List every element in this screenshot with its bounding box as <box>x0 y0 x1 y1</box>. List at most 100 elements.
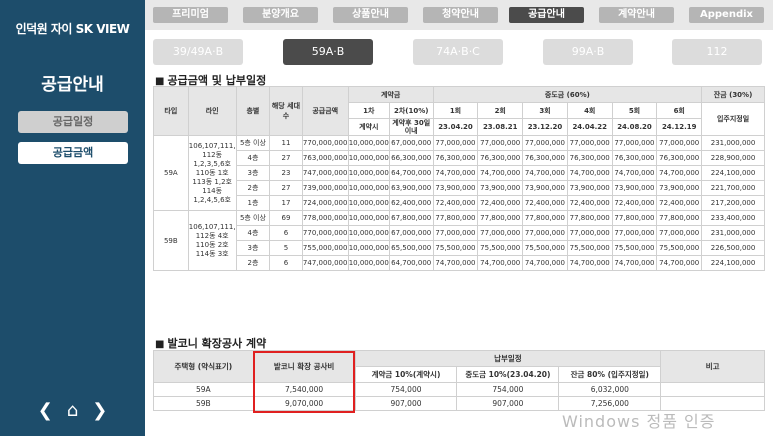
header-price: 공급금액 <box>301 86 349 136</box>
mid2-cell: 77,800,000 <box>477 210 524 226</box>
floor-cell: 4층 <box>235 225 271 241</box>
subtab-59[interactable]: 59A·B <box>283 39 373 65</box>
subtab-112[interactable]: 112 <box>672 39 762 65</box>
balcony-type-cell: 59B <box>153 396 254 411</box>
balcony-mid-cell: 907,000 <box>456 396 560 411</box>
deposit2-cell: 63,900,000 <box>388 180 434 196</box>
mid5-cell: 75,500,000 <box>611 240 658 256</box>
tab-contract[interactable]: 계약안내 <box>599 7 674 23</box>
price-cell: 755,000,000 <box>301 240 349 256</box>
mid6-cell: 75,500,000 <box>656 240 703 256</box>
line-cell: 106,107,111, 112동 1,2,3,5,6호 110동 1호 113… <box>187 135 237 211</box>
units-cell: 11 <box>269 135 303 151</box>
mid5-cell: 76,300,000 <box>611 150 658 166</box>
mid2-cell: 74,700,000 <box>477 165 524 181</box>
mid3-cell: 72,400,000 <box>522 195 568 211</box>
home-icon[interactable]: ⌂ <box>67 400 78 422</box>
subtab-74[interactable]: 74A·B·C <box>413 39 503 65</box>
units-cell: 27 <box>269 180 303 196</box>
mid5-cell: 77,000,000 <box>611 135 658 151</box>
mid6-cell: 77,000,000 <box>656 225 703 241</box>
mid4-cell: 74,700,000 <box>566 165 613 181</box>
header-m4: 4회 <box>566 102 613 119</box>
mid3-cell: 75,500,000 <box>522 240 568 256</box>
mid2-cell: 74,700,000 <box>477 255 524 271</box>
next-arrow-icon[interactable]: ❯ <box>92 400 107 422</box>
deposit1-cell: 10,000,000 <box>347 240 390 256</box>
sidebar-item-price[interactable]: 공급금액 <box>18 142 128 164</box>
balcony-header-balance: 잔금 80% (입주지정일) <box>558 366 662 383</box>
floor-cell: 1층 <box>235 195 271 211</box>
header-deposit: 계약금 <box>347 86 434 103</box>
sidebar-item-schedule[interactable]: 공급일정 <box>18 111 128 133</box>
balance-cell: 231,000,000 <box>701 225 765 241</box>
balcony-note-cell <box>660 382 765 397</box>
mid1-cell: 74,700,000 <box>432 165 479 181</box>
units-cell: 6 <box>269 225 303 241</box>
header-m1: 1회 <box>432 102 479 119</box>
tab-supply[interactable]: 공급안내 <box>509 7 584 23</box>
deposit1-cell: 10,000,000 <box>347 195 390 211</box>
deposit2-cell: 67,800,000 <box>388 210 434 226</box>
deposit2-cell: 65,500,000 <box>388 240 434 256</box>
balcony-header-deposit: 계약금 10%(계약시) <box>354 366 458 383</box>
mid5-cell: 77,800,000 <box>611 210 658 226</box>
tab-overview[interactable]: 분양개요 <box>243 7 318 23</box>
mid5-cell: 77,000,000 <box>611 225 658 241</box>
floor-cell: 5층 이상 <box>235 210 271 226</box>
header-m5-date: 24.08.20 <box>611 118 658 136</box>
balcony-deposit-cell: 907,000 <box>354 396 458 411</box>
mid5-cell: 74,700,000 <box>611 165 658 181</box>
mid1-cell: 73,900,000 <box>432 180 479 196</box>
deposit2-cell: 66,300,000 <box>388 150 434 166</box>
price-table-body: 59A 106,107,111, 112동 1,2,3,5,6호 110동 1호… <box>153 135 765 271</box>
mid2-cell: 72,400,000 <box>477 195 524 211</box>
header-m6-date: 24.12.19 <box>656 118 703 136</box>
deposit1-cell: 10,000,000 <box>347 255 390 271</box>
units-cell: 27 <box>269 150 303 166</box>
header-mid: 중도금 (60%) <box>432 86 703 103</box>
floor-cell: 5층 이상 <box>235 135 271 151</box>
subtab-39-49[interactable]: 39/49A·B <box>153 39 243 65</box>
deposit1-cell: 10,000,000 <box>347 180 390 196</box>
deposit1-cell: 10,000,000 <box>347 165 390 181</box>
balance-cell: 217,200,000 <box>701 195 765 211</box>
mid2-cell: 77,000,000 <box>477 225 524 241</box>
deposit2-cell: 67,000,000 <box>388 225 434 241</box>
tab-appendix[interactable]: Appendix <box>689 7 764 23</box>
price-cell: 747,000,000 <box>301 165 349 181</box>
tab-premium[interactable]: 프리미엄 <box>153 7 228 23</box>
mid3-cell: 76,300,000 <box>522 150 568 166</box>
balance-cell: 224,100,000 <box>701 165 765 181</box>
header-m6: 6회 <box>656 102 703 119</box>
price-cell: 770,000,000 <box>301 135 349 151</box>
table-row: 4층 27 763,000,000 10,000,000 66,300,000 … <box>154 150 765 166</box>
mid4-cell: 76,300,000 <box>566 150 613 166</box>
tab-product[interactable]: 상품안내 <box>333 7 408 23</box>
units-cell: 69 <box>269 210 303 226</box>
sidebar-title: 공급안내 <box>41 75 104 95</box>
deposit1-cell: 10,000,000 <box>347 150 390 166</box>
balance-cell: 233,400,000 <box>701 210 765 226</box>
table-row: 4층 6 770,000,000 10,000,000 67,000,000 7… <box>154 225 765 241</box>
mid6-cell: 74,700,000 <box>656 165 703 181</box>
header-d2: 2차(10%) <box>388 102 434 119</box>
header-m1-date: 23.04.20 <box>432 118 479 136</box>
price-cell: 724,000,000 <box>301 195 349 211</box>
units-cell: 23 <box>269 165 303 181</box>
table-row: 3층 23 747,000,000 10,000,000 64,700,000 … <box>154 165 765 181</box>
mid6-cell: 73,900,000 <box>656 180 703 196</box>
header-m2-date: 23.08.21 <box>477 118 524 136</box>
prev-arrow-icon[interactable]: ❮ <box>38 400 53 422</box>
table-row: 59A 7,540,000 754,000 754,000 6,032,000 <box>153 382 765 397</box>
balance-cell: 221,700,000 <box>701 180 765 196</box>
section-balcony-title: 발코니 확장공사 계약 <box>155 335 266 351</box>
table-row: 1층 17 724,000,000 10,000,000 62,400,000 … <box>154 195 765 211</box>
mid3-cell: 73,900,000 <box>522 180 568 196</box>
tab-subscription[interactable]: 청약안내 <box>423 7 498 23</box>
mid3-cell: 77,800,000 <box>522 210 568 226</box>
mid1-cell: 75,500,000 <box>432 240 479 256</box>
subtab-99[interactable]: 99A·B <box>543 39 633 65</box>
balcony-deposit-cell: 754,000 <box>354 382 458 397</box>
balcony-header-mid: 중도금 10%(23.04.20) <box>456 366 560 383</box>
